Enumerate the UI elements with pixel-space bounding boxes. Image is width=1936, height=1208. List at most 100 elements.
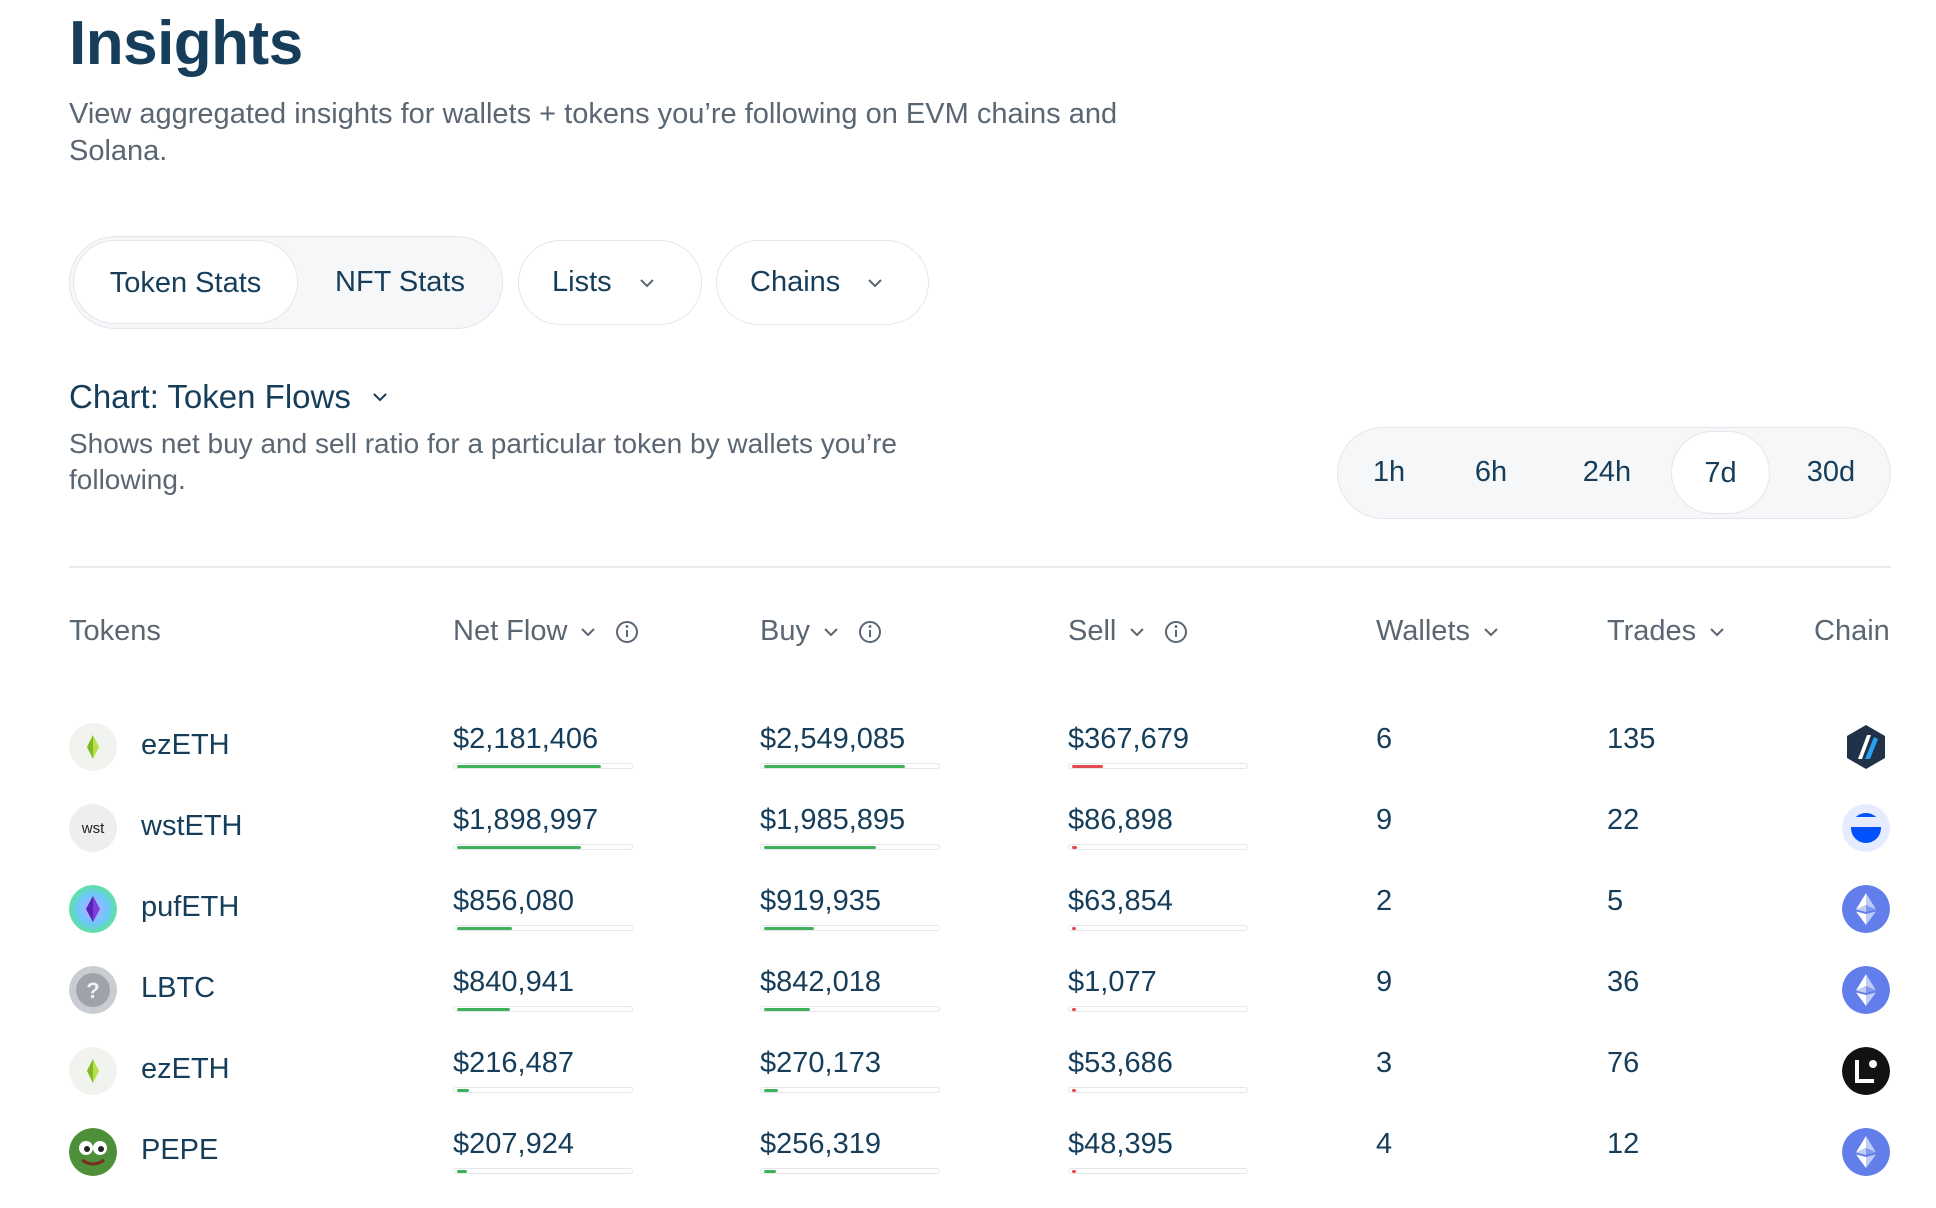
sell-bar-fill <box>1072 846 1077 849</box>
chevron-down-icon <box>581 627 596 636</box>
sell-value: $63,854 <box>1068 885 1173 917</box>
trades-value: 12 <box>1607 1128 1640 1160</box>
buy-bar <box>760 763 940 769</box>
token-name[interactable]: LBTC <box>141 972 215 1005</box>
buy-bar <box>760 844 940 850</box>
column-header-buy[interactable]: Buy <box>760 615 882 648</box>
page-title: Insights <box>69 9 303 78</box>
sell-bar-fill <box>1072 1008 1076 1011</box>
column-header-tokens: Tokens <box>69 615 161 647</box>
net-flow-bar-fill <box>457 846 581 849</box>
column-header-chain: Chain <box>1814 615 1890 647</box>
buy-bar-fill <box>764 1170 776 1173</box>
chevron-down-icon <box>639 278 654 287</box>
net-flow-bar <box>453 844 633 850</box>
info-icon[interactable] <box>858 620 882 644</box>
info-icon[interactable] <box>1164 620 1188 644</box>
net-flow-bar-fill <box>457 765 601 768</box>
wsteth-icon: wst <box>69 804 117 852</box>
token-name[interactable]: wstETH <box>141 810 243 843</box>
range-30d[interactable]: 30d <box>1776 431 1886 514</box>
range-7d[interactable]: 7d <box>1671 431 1770 514</box>
net-flow-value: $207,924 <box>453 1128 574 1160</box>
net-flow-bar-fill <box>457 927 512 930</box>
buy-bar <box>760 1006 940 1012</box>
range-1h[interactable]: 1h <box>1343 431 1435 514</box>
chevron-down-icon <box>373 393 387 402</box>
buy-bar <box>760 1087 940 1093</box>
tab-token-stats[interactable]: Token Stats <box>73 240 298 324</box>
chevron-down-icon <box>824 627 838 636</box>
stats-type-toggle: Token Stats NFT Stats <box>69 236 503 329</box>
sell-value: $48,395 <box>1068 1128 1173 1160</box>
wallets-value: 4 <box>1376 1128 1393 1160</box>
buy-value: $2,549,085 <box>760 723 906 755</box>
svg-text:wst: wst <box>81 820 105 837</box>
sell-value: $367,679 <box>1068 723 1189 755</box>
sell-bar <box>1068 763 1248 769</box>
linea-icon <box>1842 1047 1890 1095</box>
column-header-trades[interactable]: Trades <box>1607 615 1726 648</box>
ethereum-icon <box>1842 885 1890 933</box>
sell-bar <box>1068 1006 1248 1012</box>
column-header-sell[interactable]: Sell <box>1068 615 1188 648</box>
net-flow-value: $1,898,997 <box>453 804 599 836</box>
token-name[interactable]: ezETH <box>141 729 230 762</box>
trades-value: 5 <box>1607 885 1624 917</box>
chevron-down-icon <box>868 278 882 287</box>
sell-bar-fill <box>1072 765 1103 768</box>
column-header-net-flow[interactable]: Net Flow <box>453 615 639 648</box>
table-row[interactable]: ezETH $216,487 $270,173 $53,686 3 76 <box>69 1047 1891 1127</box>
sell-value: $53,686 <box>1068 1047 1173 1079</box>
base-icon <box>1842 804 1890 852</box>
buy-value: $1,985,895 <box>760 804 906 836</box>
lists-dropdown[interactable]: Lists <box>518 240 702 325</box>
buy-bar-fill <box>764 1089 778 1092</box>
chart-selector[interactable]: Chart: Token Flows <box>69 378 389 416</box>
token-name[interactable]: ezETH <box>141 1053 230 1086</box>
wallets-value: 6 <box>1376 723 1393 755</box>
sell-bar <box>1068 925 1248 931</box>
pufeth-icon <box>69 885 117 933</box>
wallets-value: 2 <box>1376 885 1393 917</box>
ethereum-icon <box>1842 1128 1890 1176</box>
net-flow-bar-fill <box>457 1170 467 1173</box>
buy-bar <box>760 1168 940 1174</box>
page-subtitle: View aggregated insights for wallets + t… <box>69 98 1118 167</box>
sell-bar <box>1068 844 1248 850</box>
sell-bar-fill <box>1072 927 1076 930</box>
buy-bar-fill <box>764 765 905 768</box>
net-flow-value: $856,080 <box>453 885 574 917</box>
table-row[interactable]: wst wstETH $1,898,997 $1,985,895 $86,898 9 22 <box>69 804 1891 884</box>
chains-dropdown[interactable]: Chains <box>716 240 929 325</box>
buy-value: $270,173 <box>760 1047 881 1079</box>
table-row[interactable]: ? LBTC $840,941 $842,018 $1,077 9 36 <box>69 966 1891 1046</box>
tab-nft-stats[interactable]: NFT Stats <box>302 240 498 324</box>
range-6h[interactable]: 6h <box>1441 431 1541 514</box>
lists-dropdown-label: Lists <box>552 266 612 298</box>
table-row[interactable]: ezETH $2,181,406 $2,549,085 $367,679 6 135 <box>69 723 1891 803</box>
section-divider <box>69 566 1891 568</box>
buy-bar-fill <box>764 846 876 849</box>
sell-bar <box>1068 1087 1248 1093</box>
time-range-selector: 1h 6h 24h 7d 30d <box>1337 427 1891 519</box>
chains-dropdown-label: Chains <box>750 266 841 298</box>
net-flow-bar-fill <box>457 1089 469 1092</box>
column-header-wallets[interactable]: Wallets <box>1376 615 1500 648</box>
chevron-down-icon <box>1130 627 1145 636</box>
token-name[interactable]: pufETH <box>141 891 239 924</box>
net-flow-value: $216,487 <box>453 1047 574 1079</box>
pepe-icon <box>69 1128 117 1176</box>
chevron-down-icon <box>1710 627 1724 636</box>
info-icon[interactable] <box>615 620 639 644</box>
buy-value: $842,018 <box>760 966 881 998</box>
buy-value: $919,935 <box>760 885 881 917</box>
buy-value: $256,319 <box>760 1128 881 1160</box>
range-24h[interactable]: 24h <box>1547 431 1667 514</box>
table-row[interactable]: PEPE $207,924 $256,319 $48,395 4 12 <box>69 1128 1891 1208</box>
sell-value: $1,077 <box>1068 966 1157 998</box>
token-name[interactable]: PEPE <box>141 1134 218 1167</box>
trades-value: 135 <box>1607 723 1656 755</box>
sell-bar-fill <box>1072 1089 1076 1092</box>
table-row[interactable]: pufETH $856,080 $919,935 $63,854 2 5 <box>69 885 1891 965</box>
